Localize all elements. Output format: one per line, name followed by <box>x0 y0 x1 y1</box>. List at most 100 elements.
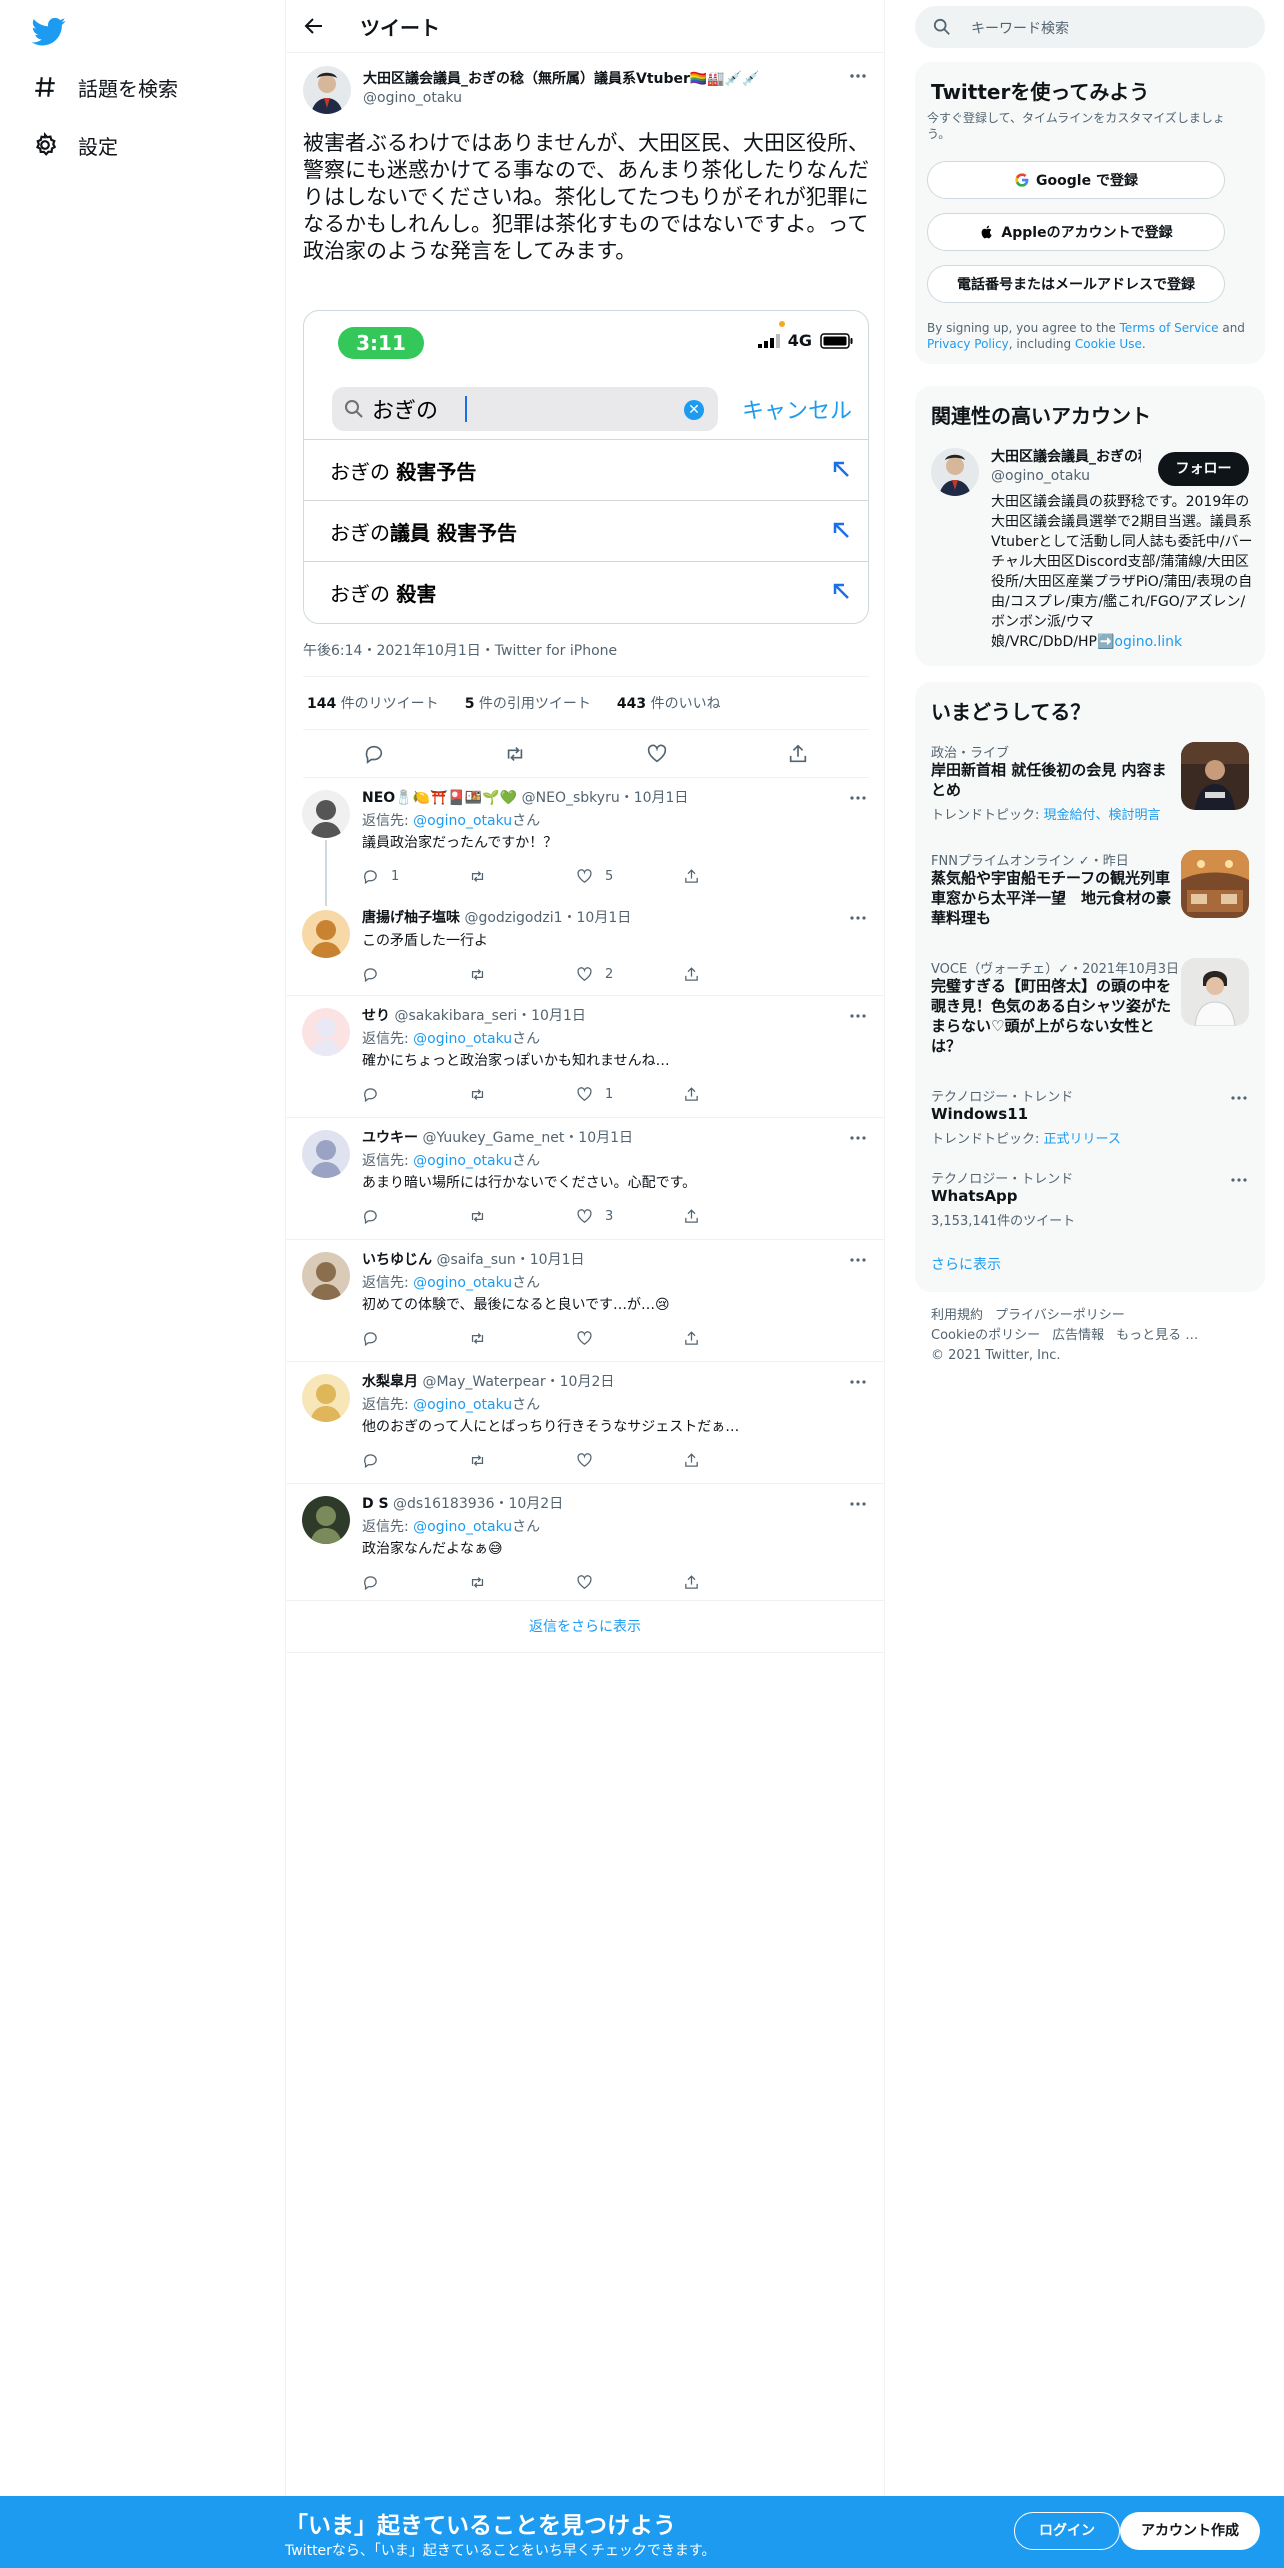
reply-author-handle[interactable]: @Yuukey_Game_net <box>422 1130 564 1146</box>
more-options-icon[interactable] <box>848 788 868 808</box>
reply-action-reply[interactable] <box>362 1328 469 1348</box>
terms-of-service-link[interactable]: Terms of Service <box>1120 321 1219 335</box>
more-options-icon[interactable] <box>848 66 868 86</box>
reply-action-reply[interactable] <box>362 1572 469 1592</box>
twitter-bird-icon[interactable] <box>32 14 66 48</box>
trend-item[interactable]: VOCE（ヴォーチェ）✓・2021年10月3日 完璧すぎる【町田啓太】の頭の中を… <box>915 958 1265 1064</box>
reply-author-name[interactable]: 水梨皐月 <box>362 1374 418 1390</box>
reply-avatar[interactable] <box>302 910 350 958</box>
reply-action-share[interactable] <box>683 1328 790 1348</box>
trend-item[interactable]: テクノロジー・トレンド Windows11 トレンドトピック: 正式リリース <box>915 1086 1265 1152</box>
reply-avatar[interactable] <box>302 1496 350 1544</box>
reply-to-handle[interactable]: @ogino_otaku <box>413 1519 512 1535</box>
login-button[interactable]: ログイン <box>1014 2512 1120 2550</box>
reply-author-name[interactable]: いちゆじん <box>362 1252 432 1268</box>
reply-action-like[interactable] <box>576 1450 683 1470</box>
author-handle[interactable]: @ogino_otaku <box>363 90 462 106</box>
reply-action-like[interactable]: 5 <box>576 866 683 886</box>
reply-tweet[interactable]: ユウキー @Yuukey_Game_net・10月1日 返信先: @ogino_o… <box>286 1118 884 1240</box>
reply-author-handle[interactable]: @godzigodzi1 <box>464 910 562 926</box>
reply-action-reply[interactable] <box>362 1084 469 1104</box>
reply-tweet[interactable]: NEO🧂🍋⛩️🎴🍱🌱💚 @NEO_sbkyru・10月1日 返信先: @ogino… <box>286 778 884 898</box>
search-input[interactable]: キーワード検索 <box>915 6 1265 48</box>
reply-author-name[interactable]: 唐揚げ柚子塩味 <box>362 910 460 926</box>
reply-author-handle[interactable]: @ds16183936 <box>393 1496 494 1512</box>
related-account-name[interactable]: 大田区議会議員_おぎの稔 <box>991 446 1141 466</box>
reply-avatar[interactable] <box>302 790 350 838</box>
retweet-count[interactable]: 144 件のリツイート <box>307 693 439 713</box>
apple-signup-button[interactable]: Appleのアカウントで登録 <box>927 213 1225 251</box>
tweet-image[interactable]: 3:11 4G おぎの ✕ キャンセル おぎの 殺害予告 おぎの議員 殺害予告 … <box>303 310 869 624</box>
more-options-icon[interactable] <box>848 1372 868 1392</box>
more-options-icon[interactable] <box>848 1250 868 1270</box>
reply-tweet[interactable]: いちゆじん @saifa_sun・10月1日 返信先: @ogino_otakuさ… <box>286 1240 884 1362</box>
footer-link[interactable]: 広告情報 <box>1052 1328 1104 1343</box>
follow-button[interactable]: フォロー <box>1158 452 1249 486</box>
reply-author-name[interactable]: せり <box>362 1008 390 1024</box>
more-options-icon[interactable] <box>1229 1088 1249 1108</box>
footer-link[interactable]: もっと見る … <box>1116 1328 1198 1343</box>
trend-item[interactable]: FNNプライムオンライン ✓・昨日 蒸気船や宇宙船モチーフの観光列車 車窓から太… <box>915 850 1265 936</box>
signup-button[interactable]: アカウント作成 <box>1120 2512 1260 2550</box>
reply-date[interactable]: ・10月2日 <box>494 1496 563 1512</box>
reply-action-like[interactable]: 2 <box>576 964 683 984</box>
reply-action-retweet[interactable] <box>469 1328 576 1348</box>
like-count[interactable]: 443 件のいいね <box>617 693 721 713</box>
related-account-handle[interactable]: @ogino_otaku <box>991 468 1090 484</box>
more-options-icon[interactable] <box>848 1494 868 1514</box>
reply-tweet[interactable]: 唐揚げ柚子塩味 @godzigodzi1・10月1日 この矛盾した一行よ 2 <box>286 898 884 996</box>
author-name[interactable]: 大田区議会議員_おぎの稔（無所属）議員系Vtuber🏳️‍🌈🏭💉💉 <box>363 68 803 88</box>
reply-action-reply[interactable] <box>362 1450 469 1470</box>
footer-link[interactable]: 利用規約 <box>931 1308 983 1323</box>
related-account-avatar[interactable] <box>931 448 979 496</box>
author-avatar[interactable] <box>303 66 351 114</box>
reply-avatar[interactable] <box>302 1252 350 1300</box>
trend-sub-links[interactable]: 現金給付、検討明言 <box>1044 808 1161 823</box>
reply-author-handle[interactable]: @May_Waterpear <box>422 1374 545 1390</box>
reply-action-reply[interactable] <box>362 964 469 984</box>
reply-tweet[interactable]: 水梨皐月 @May_Waterpear・10月2日 返信先: @ogino_ota… <box>286 1362 884 1484</box>
reply-action-share[interactable] <box>683 1450 790 1470</box>
phone-email-signup-button[interactable]: 電話番号またはメールアドレスで登録 <box>927 265 1225 303</box>
reply-action-share[interactable] <box>683 964 790 984</box>
nav-explore[interactable]: 話題を検索 <box>32 65 178 109</box>
footer-link[interactable]: プライバシーポリシー <box>995 1308 1125 1323</box>
reply-action-like[interactable]: 1 <box>576 1084 683 1104</box>
back-arrow-icon[interactable] <box>302 14 326 38</box>
reply-author-handle[interactable]: @saifa_sun <box>436 1252 515 1268</box>
reply-action-share[interactable] <box>683 1206 790 1226</box>
reply-to-handle[interactable]: @ogino_otaku <box>413 1153 512 1169</box>
reply-action-like[interactable] <box>576 1328 683 1348</box>
reply-date[interactable]: ・10月1日 <box>620 790 689 806</box>
reply-date[interactable]: ・10月1日 <box>516 1252 585 1268</box>
trend-sub-links[interactable]: 正式リリース <box>1044 1132 1121 1147</box>
google-signup-button[interactable]: Google で登録 <box>927 161 1225 199</box>
reply-author-name[interactable]: NEO🧂🍋⛩️🎴🍱🌱💚 <box>362 790 517 806</box>
reply-action-share[interactable] <box>683 1572 790 1592</box>
trend-item[interactable]: 政治・ライブ 岸田新首相 就任後初の会見 内容まとめ トレンドトピック: 現金給… <box>915 742 1265 828</box>
reply-action-retweet[interactable] <box>469 1450 576 1470</box>
reply-action-share[interactable] <box>683 1084 790 1104</box>
quote-count[interactable]: 5 件の引用ツイート <box>465 693 591 713</box>
reply-author-handle[interactable]: @sakakibara_seri <box>394 1008 517 1024</box>
nav-settings[interactable]: 設定 <box>32 123 118 167</box>
privacy-policy-link[interactable]: Privacy Policy <box>927 337 1009 351</box>
show-more-replies-link[interactable]: 返信をさらに表示 <box>286 1601 884 1653</box>
reply-action-reply[interactable]: 1 <box>362 866 469 886</box>
reply-action-retweet[interactable] <box>469 1572 576 1592</box>
reply-to-handle[interactable]: @ogino_otaku <box>413 1275 512 1291</box>
footer-link[interactable]: Cookieのポリシー <box>931 1328 1040 1343</box>
reply-action-retweet[interactable] <box>469 866 576 886</box>
reply-action-retweet[interactable] <box>469 1084 576 1104</box>
share-icon[interactable] <box>787 743 809 765</box>
like-icon[interactable] <box>646 743 668 765</box>
reply-avatar[interactable] <box>302 1130 350 1178</box>
reply-to-handle[interactable]: @ogino_otaku <box>413 813 512 829</box>
reply-tweet[interactable]: せり @sakakibara_seri・10月1日 返信先: @ogino_ota… <box>286 996 884 1118</box>
cookie-use-link[interactable]: Cookie Use <box>1075 337 1142 351</box>
more-options-icon[interactable] <box>848 1128 868 1148</box>
more-options-icon[interactable] <box>848 908 868 928</box>
reply-author-name[interactable]: ユウキー <box>362 1130 418 1146</box>
related-bio-link[interactable]: ogino.link <box>1114 634 1182 650</box>
reply-author-handle[interactable]: @NEO_sbkyru <box>522 790 620 806</box>
